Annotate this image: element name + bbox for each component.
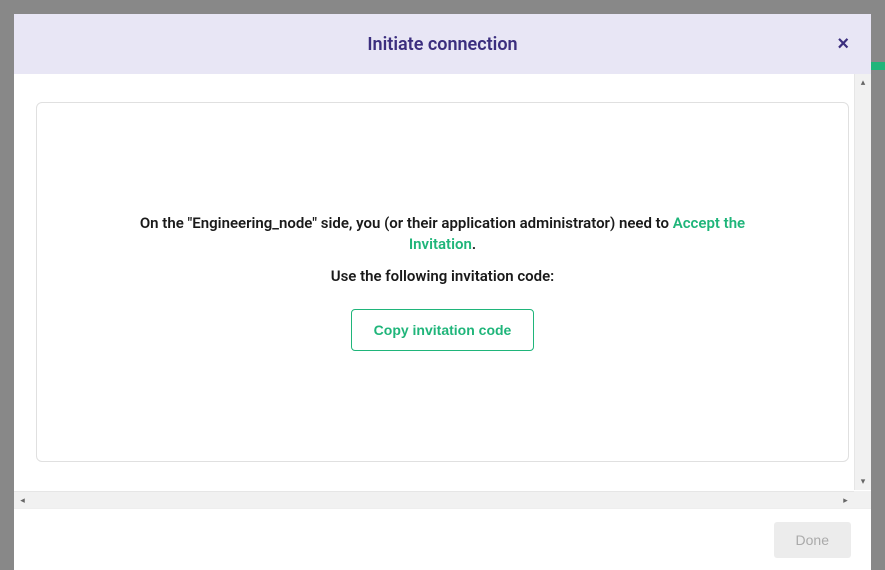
scroll-left-icon[interactable]: ◂ xyxy=(14,492,31,508)
vertical-scroll-track[interactable] xyxy=(855,91,871,473)
instruction-middle: " side, you (or their application admini… xyxy=(312,214,672,232)
scroll-down-icon[interactable]: ▾ xyxy=(855,473,871,490)
instruction-suffix: . xyxy=(472,235,476,253)
initiate-connection-modal: Initiate connection × On the "Engineerin… xyxy=(14,14,871,570)
sub-instruction-text: Use the following invitation code: xyxy=(331,267,555,285)
background-accent xyxy=(871,62,885,70)
scroll-right-icon[interactable]: ▸ xyxy=(837,492,854,508)
modal-title: Initiate connection xyxy=(367,34,517,55)
horizontal-scrollbar[interactable]: ◂ ▸ xyxy=(14,491,854,508)
modal-footer: Done xyxy=(14,508,871,570)
instruction-card: On the "Engineering_node" side, you (or … xyxy=(36,102,849,462)
done-button[interactable]: Done xyxy=(774,522,851,558)
modal-body: On the "Engineering_node" side, you (or … xyxy=(14,74,871,508)
scroll-corner xyxy=(854,491,871,508)
close-icon[interactable]: × xyxy=(837,34,849,54)
copy-invitation-code-button[interactable]: Copy invitation code xyxy=(351,309,535,351)
node-name: Engineering_node xyxy=(192,214,312,232)
modal-header: Initiate connection × xyxy=(14,14,871,74)
instruction-text: On the "Engineering_node" side, you (or … xyxy=(123,213,763,255)
vertical-scrollbar[interactable]: ▴ ▾ xyxy=(854,74,871,490)
scroll-up-icon[interactable]: ▴ xyxy=(855,74,871,91)
instruction-prefix: On the " xyxy=(140,214,192,232)
